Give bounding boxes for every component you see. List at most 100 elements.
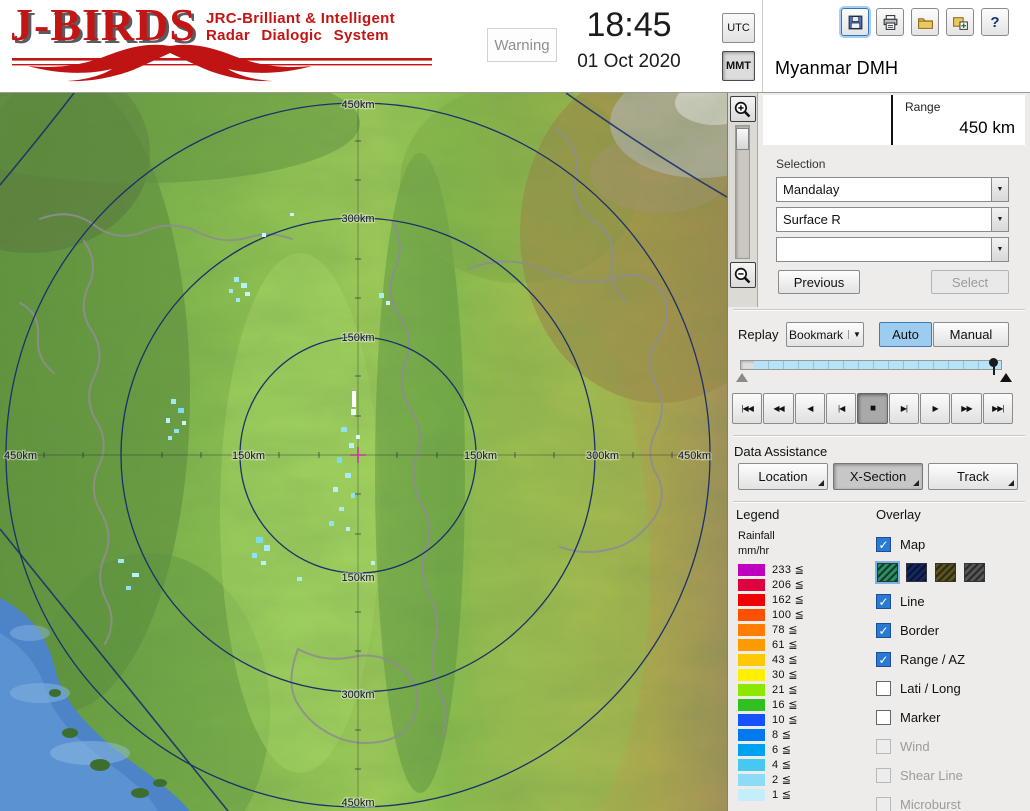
location-button[interactable]: Location [738,463,828,490]
export-button[interactable] [946,8,974,36]
play-button[interactable]: ▶ [919,393,951,424]
dropdown-arrow-icon[interactable]: ▼ [991,238,1008,261]
toolbar: ? [841,8,1009,36]
checkbox [876,739,891,754]
help-button[interactable]: ? [981,8,1009,36]
logo-tagline-2: Radar Dialogic System [205,27,389,45]
legend-value: 6 ≦ [772,744,792,756]
legend-unit-line1: Rainfall [738,530,775,542]
dropdown-arrow-icon[interactable]: ▼ [991,208,1008,231]
map-style-gray[interactable] [964,563,985,582]
overlay-item-label: Shear Line [900,768,963,783]
legend-color-swatch [738,788,765,801]
range-readout: Range 450 km [891,95,1025,145]
jbirds-window: J-BIRDS JRC-Brilliant & Intelligent Rada… [0,0,1030,811]
checkbox[interactable]: ✓ [876,594,891,609]
play-reverse-button[interactable]: ◀ [794,393,825,424]
svg-text:300km: 300km [341,689,374,701]
legend-color-swatch [738,608,765,621]
control-panel: Range 450 km Selection Mandalay ▼ Surfac… [727,93,1030,811]
overlay-list: ✓ Map ✓ Line ✓ Border ✓ Range / AZ Lati / Long Ma… [875,531,1028,811]
overlay-item-border[interactable]: ✓ Border [876,616,1028,645]
overlay-item-lati-long[interactable]: Lati / Long [876,674,1028,703]
legend-value: 8 ≦ [772,729,792,741]
overlay-item-label: Map [900,537,926,552]
product-dropdown[interactable]: Surface R ▼ [776,207,1009,232]
range-label: Range [905,100,941,114]
map-style-green[interactable] [875,561,900,584]
slider-position-marker-icon[interactable] [1000,373,1012,382]
zoom-controls [728,93,758,307]
checkbox[interactable] [876,681,891,696]
overlay-item-map[interactable]: ✓ Map [876,531,1028,558]
zoom-in-button[interactable] [729,96,756,122]
overlay-item-line[interactable]: ✓ Line [876,587,1028,616]
range-display: Range 450 km [763,95,1025,145]
svg-text:150km: 150km [341,572,374,584]
checkbox[interactable]: ✓ [876,623,891,638]
legend-unit-line2: mm/hr [738,545,770,557]
app-logo: J-BIRDS JRC-Brilliant & Intelligent Rada… [10,0,480,85]
legend-value: 206 ≦ [772,579,805,591]
site-dropdown-value: Mandalay [783,182,840,197]
replay-slider[interactable] [736,355,1014,382]
step-back-button[interactable]: |◀ [825,393,857,424]
legend-row: 43 ≦ [738,652,870,667]
separator [733,501,1025,503]
checkbox [876,797,891,811]
select-button[interactable]: Select [931,270,1009,294]
legend-value: 233 ≦ [772,564,805,576]
skip-to-start-button[interactable]: |◀◀ [732,393,763,424]
warning-label: Warning [494,36,550,54]
map-style-navy[interactable] [906,563,927,582]
x-section-button[interactable]: X-Section [833,463,923,490]
checkbox[interactable]: ✓ [876,652,891,667]
dropdown-arrow-icon[interactable]: ▼ [991,178,1008,201]
overlay-label: Overlay [876,507,921,522]
checkbox[interactable]: ✓ [876,537,891,552]
bookmark-button[interactable]: Bookmark ▼ [786,322,864,347]
stop-button[interactable]: ■ [857,393,888,424]
legend-color-swatch [738,743,765,756]
zoom-slider-track[interactable] [735,125,750,259]
auto-mode-button[interactable]: Auto [879,322,932,347]
open-button[interactable] [911,8,939,36]
manual-mode-button[interactable]: Manual [933,322,1009,347]
legend-value: 61 ≦ [772,639,798,651]
map-style-olive[interactable] [935,563,956,582]
legend-row: 21 ≦ [738,682,870,697]
rewind-button[interactable]: ◀◀ [763,393,794,424]
map-style-swatches [875,558,1028,587]
playback-bar: |◀◀ ◀◀ ◀ |◀ ■ ▶| ▶ ▶▶ ▶▶| [732,393,1013,424]
track-button[interactable]: Track [928,463,1018,490]
site-dropdown[interactable]: Mandalay ▼ [776,177,1009,202]
replay-slider-track[interactable] [740,358,1002,375]
option-dropdown[interactable]: ▼ [776,237,1009,262]
logo-tagline-1: JRC-Brilliant & Intelligent [205,10,395,27]
previous-button[interactable]: Previous [778,270,860,294]
print-button[interactable] [876,8,904,36]
zoom-out-button[interactable] [729,262,756,288]
svg-text:300km: 300km [586,450,619,462]
replay-slider-pin[interactable] [989,358,998,375]
step-forward-button[interactable]: ▶| [888,393,919,424]
logo-title: J-BIRDS [10,0,196,50]
radar-map[interactable]: 450km 300km 150km 150km 300km 450km 450k… [0,93,727,811]
checkbox [876,768,891,783]
zoom-slider-thumb[interactable] [736,128,749,150]
dropdown-arrow-icon: ▼ [848,330,861,339]
skip-to-end-button[interactable]: ▶▶| [982,393,1013,424]
overlay-item-marker[interactable]: Marker [876,703,1028,732]
save-icon [848,15,862,29]
checkbox[interactable] [876,710,891,725]
replay-slider-fill [754,361,1001,369]
overlay-item-range-az[interactable]: ✓ Range / AZ [876,645,1028,674]
save-button[interactable] [841,8,869,36]
fast-forward-button[interactable]: ▶▶ [951,393,982,424]
slider-start-marker-icon[interactable] [736,373,748,382]
utc-button[interactable]: UTC [722,13,755,43]
timezone-toggle: UTC MMT [722,13,755,81]
mmt-button[interactable]: MMT [722,51,755,81]
overlay-item-wind: Wind [876,732,1028,761]
zoom-in-icon [734,101,751,117]
